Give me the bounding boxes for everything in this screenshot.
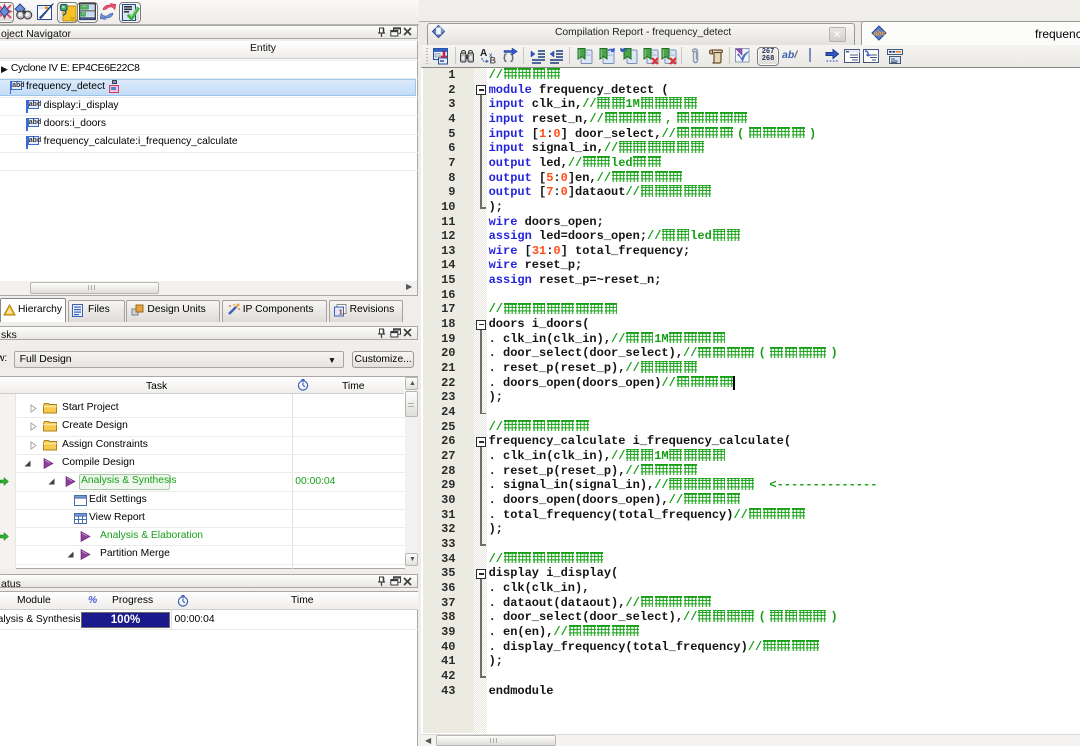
svg-text:abc: abc (874, 31, 886, 38)
svg-text:1: 1 (338, 309, 342, 316)
svg-text:B: B (489, 56, 496, 66)
